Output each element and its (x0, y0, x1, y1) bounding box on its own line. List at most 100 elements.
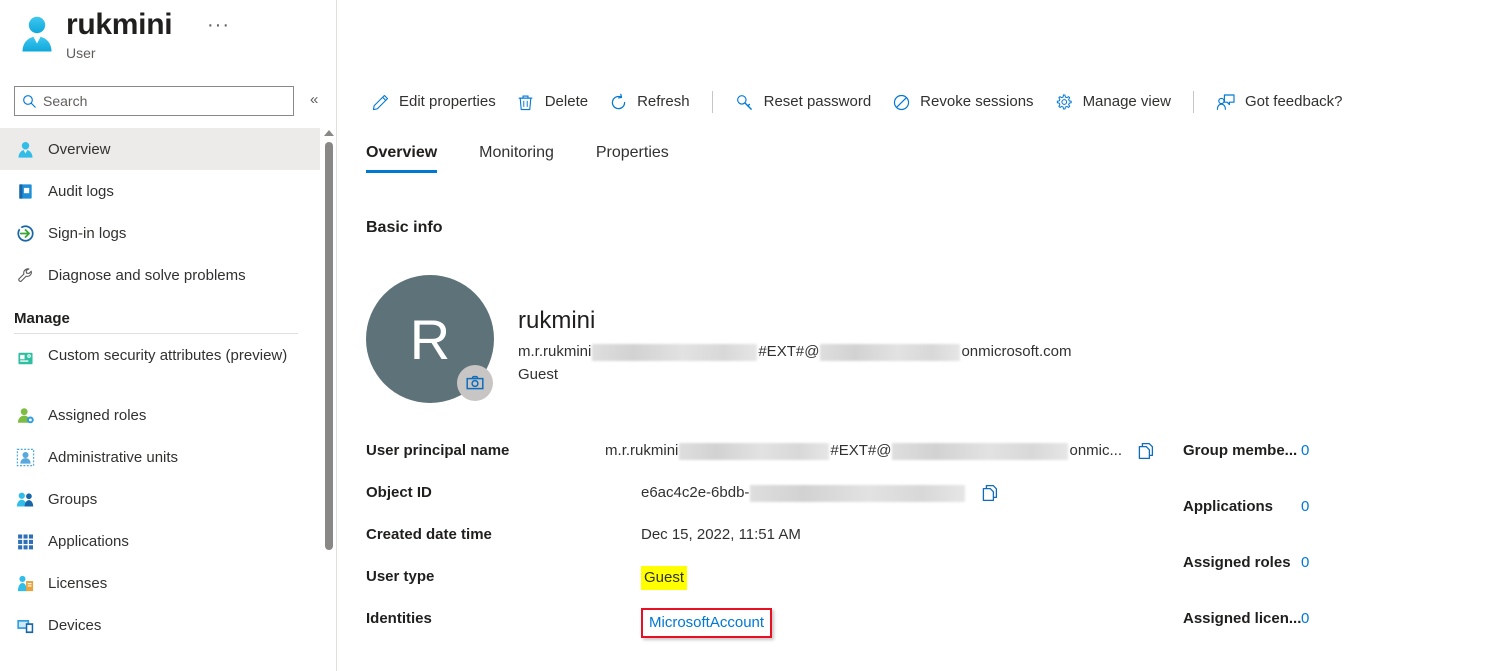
redacted-block (750, 484, 966, 502)
redacted-block (592, 343, 758, 361)
detail-row-identities: Identities MicrosoftAccount (366, 608, 1156, 650)
search-icon (15, 94, 43, 109)
groups-icon (14, 488, 36, 510)
upn-suffix: onmic... (1069, 442, 1122, 459)
got-feedback-button[interactable]: Got feedback? (1206, 86, 1353, 118)
search-input[interactable] (43, 88, 281, 114)
sidebar-item-overview[interactable]: Overview (0, 128, 320, 170)
detail-row-object-id: Object ID e6ac4c2e-6bdb- (366, 482, 1156, 524)
feedback-icon (1216, 92, 1236, 112)
tab-properties[interactable]: Properties (596, 142, 669, 173)
attributes-icon (14, 347, 36, 369)
upn-middle: #EXT#@ (758, 343, 820, 360)
licenses-icon (14, 572, 36, 594)
user-type-highlight: Guest (641, 566, 688, 590)
reset-password-button[interactable]: Reset password (725, 86, 882, 118)
sidebar-item-custom-security-attributes[interactable]: Custom security attributes (preview) (0, 338, 320, 394)
profile-display-name: rukmini (518, 307, 596, 334)
redacted-block (679, 442, 830, 460)
sidebar-item-diagnose-and-solve-problems[interactable]: Diagnose and solve problems (0, 254, 320, 296)
detail-value: e6ac4c2e-6bdb- (641, 482, 1000, 504)
sidebar-group-title: Manage (14, 310, 70, 327)
sidebar-scrollbar[interactable] (322, 128, 336, 671)
sidebar-nav-list: Overview Audit logs Sign-in logs Diagnos… (0, 128, 320, 671)
toolbar-button-label: Refresh (637, 93, 690, 110)
sign-in-icon (14, 222, 36, 244)
basic-info-heading: Basic info (366, 219, 443, 236)
administrative-units-icon (14, 446, 36, 468)
edit-properties-button[interactable]: Edit properties (360, 86, 506, 118)
book-icon (14, 180, 36, 202)
user-icon (14, 138, 36, 160)
sidebar-item-devices[interactable]: Devices (0, 604, 320, 646)
stat-label: Group membe... (1183, 442, 1298, 459)
stat-label: Assigned roles (1183, 554, 1291, 571)
identities-link[interactable]: MicrosoftAccount (649, 614, 764, 631)
sidebar-item-label: Audit logs (48, 182, 114, 200)
sidebar-item-label: Overview (48, 140, 111, 158)
sidebar-item-applications[interactable]: Applications (0, 520, 320, 562)
left-navigation-panel: rukmini ··· User « (0, 0, 336, 671)
camera-icon[interactable] (457, 365, 493, 401)
sidebar-item-sign-in-logs[interactable]: Sign-in logs (0, 212, 320, 254)
stat-value[interactable]: 0 (1301, 440, 1309, 462)
manage-view-button[interactable]: Manage view (1044, 86, 1181, 118)
command-toolbar: Edit properties Delete Refresh Reset pas… (360, 80, 1353, 124)
stat-row-assigned-licenses: Assigned licen... 0 (1183, 608, 1483, 664)
sidebar-item-groups[interactable]: Groups (0, 478, 320, 520)
refresh-button[interactable]: Refresh (598, 86, 700, 118)
identities-annotation-box: MicrosoftAccount (641, 608, 773, 638)
stat-row-assigned-roles: Assigned roles 0 (1183, 552, 1483, 608)
stat-label: Assigned licen... (1183, 610, 1301, 627)
sidebar-item-label: Sign-in logs (48, 224, 127, 242)
redacted-block (892, 442, 1069, 460)
redacted-block (820, 343, 961, 361)
collapse-panel-button[interactable]: « (310, 90, 318, 110)
upn-middle: #EXT#@ (830, 442, 892, 459)
sidebar-item-assigned-roles[interactable]: Assigned roles (0, 394, 320, 436)
more-options-button[interactable]: ··· (207, 11, 230, 39)
sidebar-item-label: Devices (48, 616, 102, 634)
stat-row-applications: Applications 0 (1183, 496, 1483, 552)
applications-grid-icon (14, 530, 36, 552)
sidebar-item-licenses[interactable]: Licenses (0, 562, 320, 604)
delete-button[interactable]: Delete (506, 86, 598, 118)
tab-monitoring[interactable]: Monitoring (479, 142, 554, 173)
scrollbar-thumb[interactable] (325, 142, 333, 550)
detail-value: m.r.rukmini #EXT#@ onmic... (605, 440, 1156, 462)
copy-icon[interactable] (980, 483, 1000, 503)
basic-info-details: User principal name m.r.rukmini #EXT#@ o… (366, 440, 1156, 650)
sidebar-item-label: Administrative units (48, 448, 179, 466)
profile-user-type: Guest (518, 366, 559, 383)
toolbar-divider (1192, 91, 1194, 113)
search-box[interactable] (14, 86, 294, 116)
sidebar-item-administrative-units[interactable]: Administrative units (0, 436, 320, 478)
upn-suffix: onmicrosoft.com (961, 343, 1072, 360)
toolbar-button-label: Manage view (1082, 93, 1171, 110)
scroll-up-arrow-icon[interactable] (324, 130, 334, 136)
sidebar-item-label: Custom security attributes (preview) (48, 347, 288, 364)
trash-icon (516, 92, 536, 112)
tab-overview[interactable]: Overview (366, 142, 438, 173)
stat-value[interactable]: 0 (1301, 496, 1309, 518)
detail-row-user-type: User type Guest (366, 566, 1156, 608)
block-icon (891, 92, 911, 112)
devices-icon (14, 614, 36, 636)
sidebar-item-label: Groups (48, 490, 98, 508)
toolbar-button-label: Got feedback? (1244, 93, 1343, 110)
stat-value[interactable]: 0 (1301, 552, 1309, 574)
assigned-roles-icon (14, 404, 36, 426)
stat-label: Applications (1183, 498, 1274, 515)
panel-divider (336, 0, 337, 671)
object-id-prefix: e6ac4c2e-6bdb- (641, 484, 750, 501)
stat-row-group-membership: Group membe... 0 (1183, 440, 1483, 496)
sidebar-item-audit-logs[interactable]: Audit logs (0, 170, 320, 212)
copy-icon[interactable] (1136, 441, 1156, 461)
sidebar-item-label: Diagnose and solve problems (48, 266, 246, 284)
stat-value[interactable]: 0 (1301, 608, 1309, 630)
wrench-icon (14, 264, 36, 286)
summary-stats: Group membe... 0 Applications 0 Assigned… (1183, 440, 1483, 664)
revoke-sessions-button[interactable]: Revoke sessions (881, 86, 1043, 118)
profile-user-principal-name: m.r.rukmini #EXT#@ onmicrosoft.com (518, 341, 1071, 363)
key-icon (735, 92, 755, 112)
